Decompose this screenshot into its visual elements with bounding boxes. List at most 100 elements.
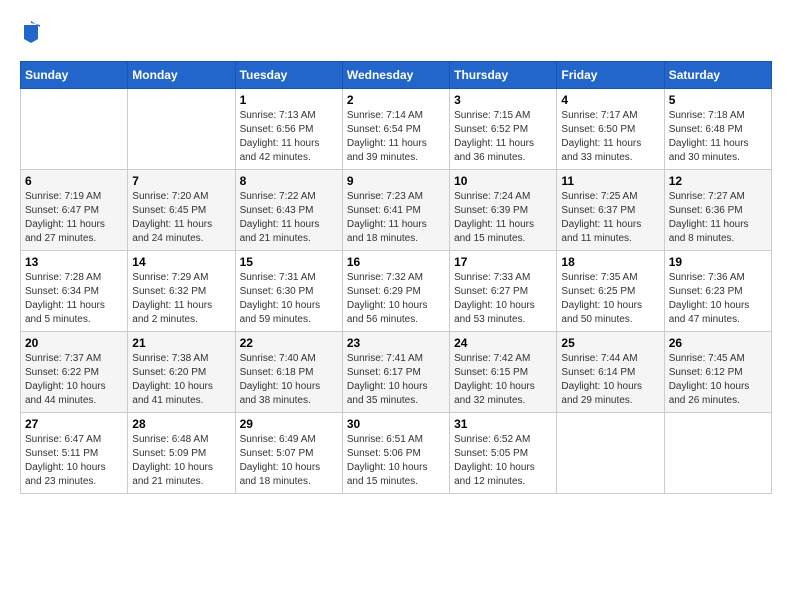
- calendar-cell: 3Sunrise: 7:15 AM Sunset: 6:52 PM Daylig…: [450, 88, 557, 169]
- calendar-cell: 20 Sunrise: 7:37 AM Sunset: 6:22 PM Dayli…: [21, 331, 128, 412]
- calendar-cell: 9 Sunrise: 7:23 AM Sunset: 6:41 PM Daylig…: [342, 169, 449, 250]
- day-info: Sunrise: 7:24 AM Sunset: 6:39 PM Dayligh…: [454, 190, 552, 246]
- calendar-week-row: 6 Sunrise: 7:19 AM Sunset: 6:47 PM Daylig…: [21, 169, 772, 250]
- calendar-cell: 13 Sunrise: 7:28 AM Sunset: 6:34 PM Dayli…: [21, 250, 128, 331]
- day-number: 20: [25, 336, 123, 350]
- day-info: Sunrise: 7:37 AM Sunset: 6:22 PM Dayligh…: [25, 352, 123, 408]
- calendar-cell: 12 Sunrise: 7:27 AM Sunset: 6:36 PM Dayli…: [664, 169, 771, 250]
- day-info: Sunrise: 7:45 AM Sunset: 6:12 PM Dayligh…: [669, 352, 767, 408]
- calendar-header-row: SundayMondayTuesdayWednesdayThursdayFrid…: [21, 61, 772, 88]
- calendar-cell: 26 Sunrise: 7:45 AM Sunset: 6:12 PM Dayli…: [664, 331, 771, 412]
- day-info: Sunrise: 7:42 AM Sunset: 6:15 PM Dayligh…: [454, 352, 552, 408]
- day-info: Sunrise: 7:13 AM Sunset: 6:56 PM Dayligh…: [240, 109, 338, 165]
- day-info: Sunrise: 7:28 AM Sunset: 6:34 PM Dayligh…: [25, 271, 123, 327]
- day-number: 7: [132, 174, 230, 188]
- col-header-tuesday: Tuesday: [235, 61, 342, 88]
- day-info: Sunrise: 6:51 AM Sunset: 5:06 PM Dayligh…: [347, 433, 445, 489]
- day-number: 1: [240, 93, 338, 107]
- day-number: 16: [347, 255, 445, 269]
- day-info: Sunrise: 7:44 AM Sunset: 6:14 PM Dayligh…: [561, 352, 659, 408]
- day-info: Sunrise: 7:19 AM Sunset: 6:47 PM Dayligh…: [25, 190, 123, 246]
- calendar-week-row: 13 Sunrise: 7:28 AM Sunset: 6:34 PM Dayli…: [21, 250, 772, 331]
- day-info: Sunrise: 7:31 AM Sunset: 6:30 PM Dayligh…: [240, 271, 338, 327]
- calendar-cell: [128, 88, 235, 169]
- day-number: 26: [669, 336, 767, 350]
- day-info: Sunrise: 7:36 AM Sunset: 6:23 PM Dayligh…: [669, 271, 767, 327]
- calendar-cell: 16 Sunrise: 7:32 AM Sunset: 6:29 PM Dayli…: [342, 250, 449, 331]
- calendar-cell: 24Sunrise: 7:42 AM Sunset: 6:15 PM Dayli…: [450, 331, 557, 412]
- day-number: 25: [561, 336, 659, 350]
- calendar-cell: [557, 412, 664, 493]
- calendar-cell: 22 Sunrise: 7:40 AM Sunset: 6:18 PM Dayli…: [235, 331, 342, 412]
- day-info: Sunrise: 7:17 AM Sunset: 6:50 PM Dayligh…: [561, 109, 659, 165]
- day-info: Sunrise: 7:38 AM Sunset: 6:20 PM Dayligh…: [132, 352, 230, 408]
- day-number: 31: [454, 417, 552, 431]
- day-info: Sunrise: 7:40 AM Sunset: 6:18 PM Dayligh…: [240, 352, 338, 408]
- page-header: [20, 20, 772, 45]
- calendar-cell: 23 Sunrise: 7:41 AM Sunset: 6:17 PM Dayli…: [342, 331, 449, 412]
- day-number: 28: [132, 417, 230, 431]
- day-info: Sunrise: 7:33 AM Sunset: 6:27 PM Dayligh…: [454, 271, 552, 327]
- calendar-cell: 1 Sunrise: 7:13 AM Sunset: 6:56 PM Daylig…: [235, 88, 342, 169]
- calendar-cell: 11 Sunrise: 7:25 AM Sunset: 6:37 PM Dayli…: [557, 169, 664, 250]
- day-number: 9: [347, 174, 445, 188]
- calendar-cell: 19 Sunrise: 7:36 AM Sunset: 6:23 PM Dayli…: [664, 250, 771, 331]
- day-number: 30: [347, 417, 445, 431]
- day-info: Sunrise: 6:47 AM Sunset: 5:11 PM Dayligh…: [25, 433, 123, 489]
- day-number: 22: [240, 336, 338, 350]
- calendar-cell: 2 Sunrise: 7:14 AM Sunset: 6:54 PM Daylig…: [342, 88, 449, 169]
- day-info: Sunrise: 7:32 AM Sunset: 6:29 PM Dayligh…: [347, 271, 445, 327]
- calendar-cell: 29 Sunrise: 6:49 AM Sunset: 5:07 PM Dayli…: [235, 412, 342, 493]
- day-info: Sunrise: 7:14 AM Sunset: 6:54 PM Dayligh…: [347, 109, 445, 165]
- day-number: 23: [347, 336, 445, 350]
- calendar-cell: 5 Sunrise: 7:18 AM Sunset: 6:48 PM Daylig…: [664, 88, 771, 169]
- logo: [20, 20, 40, 45]
- day-info: Sunrise: 7:23 AM Sunset: 6:41 PM Dayligh…: [347, 190, 445, 246]
- calendar-cell: 27 Sunrise: 6:47 AM Sunset: 5:11 PM Dayli…: [21, 412, 128, 493]
- day-number: 27: [25, 417, 123, 431]
- day-number: 6: [25, 174, 123, 188]
- day-number: 21: [132, 336, 230, 350]
- col-header-wednesday: Wednesday: [342, 61, 449, 88]
- day-info: Sunrise: 7:25 AM Sunset: 6:37 PM Dayligh…: [561, 190, 659, 246]
- day-number: 29: [240, 417, 338, 431]
- day-number: 13: [25, 255, 123, 269]
- day-number: 4: [561, 93, 659, 107]
- day-info: Sunrise: 7:35 AM Sunset: 6:25 PM Dayligh…: [561, 271, 659, 327]
- day-number: 5: [669, 93, 767, 107]
- day-number: 17: [454, 255, 552, 269]
- day-info: Sunrise: 7:41 AM Sunset: 6:17 PM Dayligh…: [347, 352, 445, 408]
- day-number: 11: [561, 174, 659, 188]
- calendar-cell: 4 Sunrise: 7:17 AM Sunset: 6:50 PM Daylig…: [557, 88, 664, 169]
- calendar-table: SundayMondayTuesdayWednesdayThursdayFrid…: [20, 61, 772, 494]
- day-info: Sunrise: 7:27 AM Sunset: 6:36 PM Dayligh…: [669, 190, 767, 246]
- calendar-cell: 31 Sunrise: 6:52 AM Sunset: 5:05 PM Dayli…: [450, 412, 557, 493]
- calendar-cell: [664, 412, 771, 493]
- calendar-cell: 15 Sunrise: 7:31 AM Sunset: 6:30 PM Dayli…: [235, 250, 342, 331]
- col-header-thursday: Thursday: [450, 61, 557, 88]
- day-number: 14: [132, 255, 230, 269]
- calendar-week-row: 27 Sunrise: 6:47 AM Sunset: 5:11 PM Dayli…: [21, 412, 772, 493]
- calendar-cell: 14 Sunrise: 7:29 AM Sunset: 6:32 PM Dayli…: [128, 250, 235, 331]
- day-info: Sunrise: 6:49 AM Sunset: 5:07 PM Dayligh…: [240, 433, 338, 489]
- day-info: Sunrise: 7:22 AM Sunset: 6:43 PM Dayligh…: [240, 190, 338, 246]
- day-number: 15: [240, 255, 338, 269]
- day-number: 12: [669, 174, 767, 188]
- day-number: 8: [240, 174, 338, 188]
- col-header-sunday: Sunday: [21, 61, 128, 88]
- calendar-cell: 18Sunrise: 7:35 AM Sunset: 6:25 PM Dayli…: [557, 250, 664, 331]
- day-info: Sunrise: 7:29 AM Sunset: 6:32 PM Dayligh…: [132, 271, 230, 327]
- day-info: Sunrise: 7:18 AM Sunset: 6:48 PM Dayligh…: [669, 109, 767, 165]
- calendar-cell: 30 Sunrise: 6:51 AM Sunset: 5:06 PM Dayli…: [342, 412, 449, 493]
- calendar-cell: [21, 88, 128, 169]
- day-number: 3: [454, 93, 552, 107]
- day-number: 2: [347, 93, 445, 107]
- day-info: Sunrise: 6:52 AM Sunset: 5:05 PM Dayligh…: [454, 433, 552, 489]
- calendar-cell: 8 Sunrise: 7:22 AM Sunset: 6:43 PM Daylig…: [235, 169, 342, 250]
- calendar-cell: 10Sunrise: 7:24 AM Sunset: 6:39 PM Dayli…: [450, 169, 557, 250]
- calendar-cell: 6 Sunrise: 7:19 AM Sunset: 6:47 PM Daylig…: [21, 169, 128, 250]
- col-header-friday: Friday: [557, 61, 664, 88]
- day-number: 19: [669, 255, 767, 269]
- calendar-cell: 28 Sunrise: 6:48 AM Sunset: 5:09 PM Dayli…: [128, 412, 235, 493]
- day-info: Sunrise: 6:48 AM Sunset: 5:09 PM Dayligh…: [132, 433, 230, 489]
